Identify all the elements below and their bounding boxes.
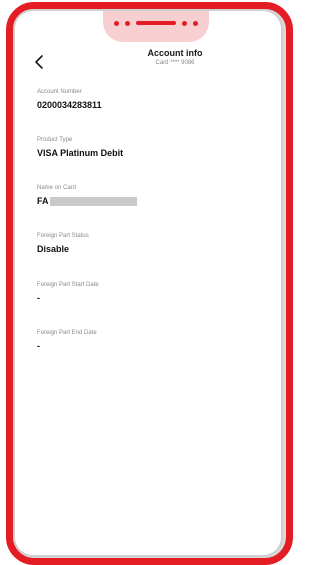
notch-speaker	[136, 21, 176, 25]
card-subtitle: Card **** 9086	[155, 60, 195, 66]
field-name-on-card: Name on Card FA	[37, 184, 277, 207]
foreign-part-end-date-value: -	[37, 341, 40, 351]
header-titles: Account info Card **** 9086	[125, 48, 225, 68]
field-account-number: Account Number 0200034283811	[37, 88, 277, 111]
app-screen: Account info Card **** 9086 Account Numb…	[13, 9, 283, 557]
field-label: Foreign Part End Date	[37, 330, 97, 336]
field-value: FA	[37, 195, 277, 207]
notch-dot	[125, 20, 130, 26]
field-value: -	[37, 340, 277, 352]
name-on-card-value: FA	[37, 196, 49, 206]
redacted-block	[49, 196, 137, 206]
field-value: VISA Platinum Debit	[37, 147, 277, 159]
field-label: Product Type	[37, 137, 73, 143]
field-product-type: Product Type VISA Platinum Debit	[37, 136, 277, 159]
field-value: 0200034283811	[37, 99, 277, 111]
product-type-value: VISA Platinum Debit	[37, 148, 124, 158]
notch-dot	[193, 20, 198, 26]
notch-dot	[114, 20, 119, 26]
field-label: Foreign Part Status	[37, 233, 89, 239]
foreign-part-start-date-value: -	[37, 293, 40, 303]
field-value: Disable	[37, 243, 277, 255]
field-foreign-part-start-date: Foreign Part Start Date -	[37, 281, 277, 304]
notch-dot	[182, 20, 187, 26]
field-foreign-part-status: Foreign Part Status Disable	[37, 232, 277, 255]
field-value: -	[37, 292, 277, 304]
back-button[interactable]	[31, 51, 49, 73]
account-number-value: 0200034283811	[37, 100, 102, 110]
chevron-left-icon	[35, 55, 43, 69]
field-foreign-part-end-date: Foreign Part End Date -	[37, 329, 277, 352]
page-title: Account info	[147, 48, 203, 58]
field-label: Name on Card	[37, 185, 77, 191]
field-label: Foreign Part Start Date	[37, 282, 99, 288]
page-header: Account info Card **** 9086	[15, 47, 281, 77]
foreign-part-status-value: Disable	[37, 244, 70, 254]
field-label: Account Number	[37, 89, 82, 95]
notch-indicator	[103, 20, 209, 26]
device-notch	[103, 11, 209, 42]
